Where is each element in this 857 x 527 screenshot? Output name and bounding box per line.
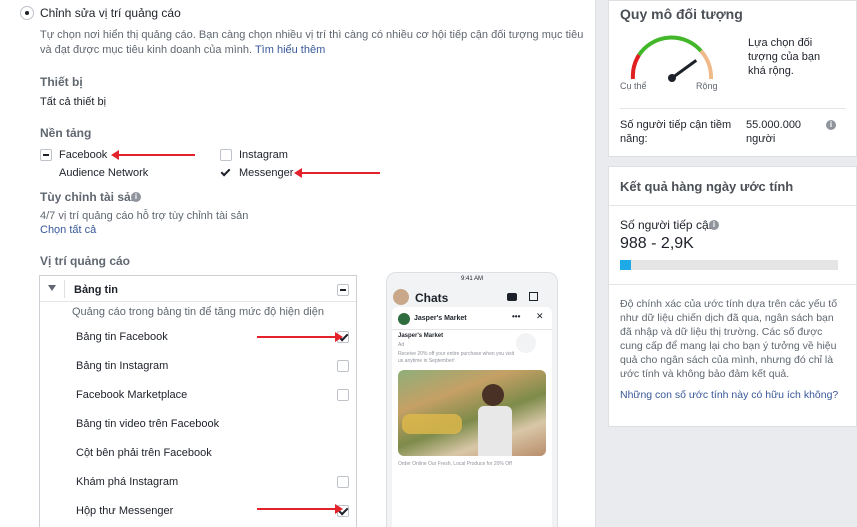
reach-bar — [620, 260, 838, 270]
learn-more-link[interactable]: Tìm hiểu thêm — [255, 44, 325, 56]
page-logo — [398, 313, 410, 325]
reach-value: 988 - 2,9K — [620, 235, 694, 252]
avatar — [393, 289, 409, 305]
devices-title: Thiết bị — [40, 75, 83, 89]
estimate-disclaimer: Độ chính xác của ước tính dựa trên các y… — [620, 298, 838, 380]
asset-customization-title: Tùy chỉnh tài sản — [40, 190, 139, 204]
divider — [620, 108, 846, 109]
placement-description: Tự chọn nơi hiển thị quảng cáo. Bạn càng… — [40, 28, 585, 58]
ad-image-person — [482, 384, 504, 406]
close-icon: ✕ — [536, 311, 544, 321]
audience-network-label: Audience Network — [59, 167, 149, 179]
card-title: Jasper's Market — [398, 333, 444, 339]
position-row[interactable]: Cột bên phải trên Facebook — [40, 439, 356, 468]
position-checkbox[interactable] — [337, 360, 349, 372]
divider — [609, 284, 857, 285]
platforms-title: Nền tảng — [40, 126, 92, 140]
collapse-caret-icon[interactable] — [48, 285, 56, 291]
gauge-label-broad: Rộng — [696, 81, 718, 91]
messenger-label: Messenger — [239, 167, 294, 179]
compose-icon — [529, 292, 538, 301]
feeds-group-description: Quảng cáo trong bảng tin để tăng mức độ … — [72, 306, 324, 318]
audience-title: Quy mô đối tượng — [620, 6, 743, 22]
page-name: Jasper's Market — [414, 315, 467, 322]
instagram-label: Instagram — [239, 149, 288, 161]
gauge-label-specific: Cụ thể — [620, 81, 647, 91]
daily-results-panel: Kết quả hàng ngày ước tính Số người tiếp… — [608, 166, 857, 427]
instagram-checkbox[interactable] — [220, 149, 232, 161]
divider — [392, 329, 552, 330]
select-all-link[interactable]: Chọn tất cả — [40, 224, 96, 236]
ad-card: Jasper's Market ••• ✕ Jasper's Market Ad… — [392, 307, 552, 527]
position-label: Hộp thư Messenger — [76, 505, 174, 517]
annotation-arrow-messenger — [294, 168, 380, 178]
placement-editor: Chỉnh sửa vị trí quảng cáo Tự chọn nơi h… — [0, 0, 596, 527]
helpful-question-link[interactable]: Những con số ước tính này có hữu ích khô… — [620, 388, 840, 402]
ad-preview-phone: 9:41 AM Chats Jasper's Market ••• ✕ Jasp… — [386, 272, 558, 527]
annotation-arrow-facebook-feed — [257, 336, 337, 338]
reach-bar-fill — [620, 260, 631, 270]
facebook-checkbox[interactable] — [40, 149, 52, 161]
divider — [609, 205, 857, 206]
potential-reach-info-icon[interactable]: i — [826, 120, 836, 130]
potential-reach-label: Số người tiếp cận tiềm năng: — [620, 119, 732, 145]
status-bar: 9:41 AM — [387, 273, 557, 287]
position-row[interactable]: Bảng tin Instagram — [40, 352, 356, 381]
position-label: Bảng tin video trên Facebook — [76, 418, 220, 430]
messenger-checkbox[interactable] — [220, 167, 232, 179]
ad-footer: Order Online Our Fresh, Local Produce fo… — [398, 461, 512, 467]
annotation-arrow-messenger-inbox — [257, 508, 337, 510]
audience-network-checkbox[interactable] — [40, 167, 52, 179]
edit-placements-radio[interactable] — [20, 6, 34, 20]
edit-placements-option[interactable]: Chỉnh sửa vị trí quảng cáo — [0, 0, 596, 22]
feeds-group-checkbox[interactable] — [337, 284, 349, 296]
reach-info-icon[interactable]: i — [709, 220, 719, 230]
feeds-group-label: Bảng tin — [74, 284, 118, 296]
position-label: Khám phá Instagram — [76, 476, 179, 488]
divider — [64, 280, 65, 298]
position-label: Cột bên phải trên Facebook — [76, 447, 212, 459]
daily-results-title: Kết quả hàng ngày ước tính — [620, 179, 794, 194]
position-checkbox[interactable] — [337, 389, 349, 401]
camera-icon — [507, 293, 517, 301]
description-line-1: Tự chọn nơi hiển thị quảng cáo. Bạn càng… — [40, 29, 584, 41]
description-line-2: và đạt được mục tiêu kinh doanh của mình… — [40, 44, 253, 56]
gauge-note: Lựa chọn đối tượng của bạn khá rộng. — [748, 37, 821, 77]
audience-gauge — [630, 35, 714, 82]
position-row[interactable]: Facebook Marketplace — [40, 381, 356, 410]
position-label: Bảng tin Facebook — [76, 331, 168, 343]
status-time: 9:41 AM — [461, 276, 484, 282]
reach-label: Số người tiếp cận — [620, 218, 716, 232]
potential-reach-value: 55.000.000 người — [746, 119, 802, 145]
annotation-arrow-facebook — [111, 150, 195, 160]
edit-placements-label: Chỉnh sửa vị trí quảng cáo — [40, 6, 181, 20]
ad-thumbnail — [516, 333, 536, 353]
ad-image-figure — [478, 406, 512, 456]
positions-title: Vị trí quảng cáo — [40, 254, 131, 268]
position-row[interactable]: Bảng tin video trên Facebook — [40, 410, 356, 439]
position-checkbox[interactable] — [337, 476, 349, 488]
asset-customization-info-icon[interactable]: i — [131, 192, 141, 202]
ad-image-produce — [402, 414, 462, 434]
position-label: Bảng tin Instagram — [76, 360, 169, 372]
facebook-label: Facebook — [59, 149, 108, 161]
ad-text: Receive 20% off your entire purchase whe… — [398, 351, 515, 364]
position-row[interactable]: Hộp thư Messenger — [40, 497, 356, 526]
more-icon: ••• — [512, 312, 521, 321]
chats-title: Chats — [415, 291, 449, 305]
audience-size-panel: Quy mô đối tượng Cụ thể Rộng Lựa chọn đố… — [608, 0, 857, 157]
position-row[interactable]: Khám phá Instagram — [40, 468, 356, 497]
ad-image — [398, 370, 546, 456]
devices-dropdown[interactable]: Tất cả thiết bị — [40, 96, 106, 108]
feeds-group-header[interactable]: Bảng tin — [40, 276, 356, 302]
positions-list: Bảng tin Quảng cáo trong bảng tin để tăn… — [39, 275, 357, 527]
ad-label: Ad — [398, 342, 405, 348]
position-label: Facebook Marketplace — [76, 389, 188, 401]
asset-customization-note: 4/7 vị trí quảng cáo hỗ trợ tùy chỉnh tà… — [40, 210, 249, 222]
